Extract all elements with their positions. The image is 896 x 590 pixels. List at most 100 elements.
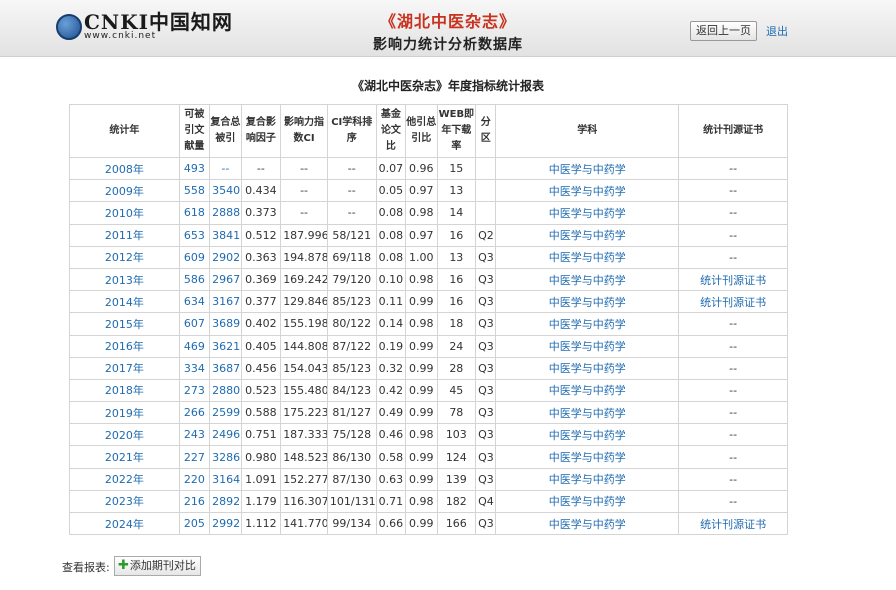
row-citable-link[interactable]: 634 [178,290,211,314]
row-subject-link[interactable]: 中医学与中药学 [495,312,680,336]
row-subject-link[interactable]: 中医学与中药学 [495,245,680,269]
header-bar: CNKI中国知网 www.cnki.net 《湖北中医杂志》 影响力统计分析数据… [0,0,896,57]
row-total-cites-link[interactable]: 3621 [209,334,242,358]
row-total-cites-link[interactable]: 2992 [209,511,242,536]
row-citable-link[interactable]: 273 [178,378,211,403]
row-total-cites-link[interactable]: 2496 [209,423,242,447]
row-subject-link[interactable]: 中医学与中药学 [495,179,680,203]
row-subject-link[interactable]: 中医学与中药学 [495,156,680,181]
row-citable-link[interactable]: 220 [178,467,211,491]
row-citable-link[interactable]: 607 [178,312,211,336]
row-citable-link[interactable]: 469 [178,334,211,358]
row-year-link[interactable]: 2015年 [69,312,180,336]
row-fund-ratio: 0.49 [375,401,407,425]
row-impact-factor: 0.363 [240,245,282,269]
row-total-cites-link[interactable]: 3286 [209,445,242,469]
row-citable-link[interactable]: 558 [178,179,211,203]
row-year-link[interactable]: 2021年 [69,445,180,469]
row-cert-link[interactable]: 统计刊源证书 [678,267,788,292]
row-total-cites-link[interactable]: 3689 [209,312,242,336]
row-year-link[interactable]: 2010年 [69,201,180,225]
row-subject-link[interactable]: 中医学与中药学 [495,267,680,292]
row-citable-link[interactable]: 334 [178,356,211,380]
row-year-link[interactable]: 2013年 [69,267,180,292]
back-button[interactable]: 返回上一页 [690,21,757,41]
report-title: 《湖北中医杂志》年度指标统计报表 [351,79,544,93]
row-total-cites-link[interactable]: 3687 [209,356,242,380]
row-cert-link: -- [678,489,788,514]
row-impact-factor: 0.369 [240,267,282,292]
row-total-cites-link[interactable]: 2599 [209,401,242,425]
row-citable-link[interactable]: 618 [178,201,211,225]
row-citable-link[interactable]: 266 [178,401,211,425]
row-subject-link[interactable]: 中医学与中药学 [495,467,680,491]
row-zone: Q3 [475,445,497,469]
row-total-cites-link[interactable]: 2902 [209,245,242,269]
row-ci: 152.277 [280,467,328,491]
row-citable-link[interactable]: 243 [178,423,211,447]
row-citable-link[interactable]: 205 [178,511,211,536]
row-citable-link[interactable]: 216 [178,489,211,514]
row-year-link[interactable]: 2008年 [69,156,180,181]
row-impact-factor: 0.456 [240,356,282,380]
row-total-cites-link[interactable]: 2888 [209,201,242,225]
row-ci-rank: 99/134 [326,511,377,536]
row-subject-link[interactable]: 中医学与中药学 [495,290,680,314]
row-subject-link[interactable]: 中医学与中药学 [495,378,680,403]
row-ci: 116.307 [280,489,328,514]
row-total-cites-link[interactable]: 2967 [209,267,242,292]
row-subject-link[interactable]: 中医学与中药学 [495,445,680,469]
row-cert-link[interactable]: 统计刊源证书 [678,290,788,314]
row-web-rate: 166 [436,511,477,536]
row-citable-link[interactable]: 653 [178,223,211,247]
row-year-link[interactable]: 2014年 [69,290,180,314]
row-citable-link[interactable]: 609 [178,245,211,269]
row-year-link[interactable]: 2011年 [69,223,180,247]
row-total-cites-link[interactable]: 3540 [209,179,242,203]
row-zone: Q3 [475,245,497,269]
row-subject-link[interactable]: 中医学与中药学 [495,201,680,225]
stats-table: 统计年 可被引文献量 复合总被引 复合影响因子 影响力指数CI CI学科排序 基… [69,104,788,536]
row-year-link[interactable]: 2022年 [69,467,180,491]
row-citable-link[interactable]: 586 [178,267,211,292]
row-year-link[interactable]: 2009年 [69,179,180,203]
row-zone: Q3 [475,312,497,336]
row-citable-link[interactable]: 227 [178,445,211,469]
row-year-link[interactable]: 2012年 [69,245,180,269]
row-cert-link: -- [678,223,788,247]
row-total-cites-link[interactable]: -- [209,156,242,181]
table-row: 2014年 634 3167 0.377 129.846 85/123 0.11 0.99 16… [69,290,788,314]
row-year-link[interactable]: 2023年 [69,489,180,514]
row-cert-link[interactable]: 统计刊源证书 [678,511,788,536]
row-subject-link[interactable]: 中医学与中药学 [495,489,680,514]
row-year-link[interactable]: 2018年 [69,378,180,403]
col-impact-factor-header: 复合影响因子 [240,104,282,158]
row-subject-link[interactable]: 中医学与中药学 [495,356,680,380]
row-impact-factor: 1.179 [240,489,282,514]
row-subject-link[interactable]: 中医学与中药学 [495,223,680,247]
row-citable-link[interactable]: 493 [178,156,211,181]
table-row: 2009年 558 3540 0.434 -- -- 0.05 0.97 13 中医学与中药学 -- [69,179,788,203]
row-year-link[interactable]: 2024年 [69,511,180,536]
exit-link[interactable]: 退出 [766,23,788,39]
row-total-cites-link[interactable]: 3841 [209,223,242,247]
row-year-link[interactable]: 2020年 [69,423,180,447]
row-zone: Q3 [475,423,497,447]
row-subject-link[interactable]: 中医学与中药学 [495,511,680,536]
row-subject-link[interactable]: 中医学与中药学 [495,423,680,447]
row-zone: Q3 [475,267,497,292]
table-row: 2011年 653 3841 0.512 187.996 58/121 0.08 0.97 16… [69,223,788,247]
row-fund-ratio: 0.08 [375,201,407,225]
row-year-link[interactable]: 2016年 [69,334,180,358]
row-other-cite-ratio: 0.97 [405,223,438,247]
add-compare-button[interactable]: ✚ 添加期刊对比 [114,556,201,576]
row-total-cites-link[interactable]: 2892 [209,489,242,514]
row-year-link[interactable]: 2019年 [69,401,180,425]
row-subject-link[interactable]: 中医学与中药学 [495,334,680,358]
row-total-cites-link[interactable]: 3164 [209,467,242,491]
row-year-link[interactable]: 2017年 [69,356,180,380]
row-subject-link[interactable]: 中医学与中药学 [495,401,680,425]
row-total-cites-link[interactable]: 3167 [209,290,242,314]
row-total-cites-link[interactable]: 2880 [209,378,242,403]
row-cert-link: -- [678,179,788,203]
